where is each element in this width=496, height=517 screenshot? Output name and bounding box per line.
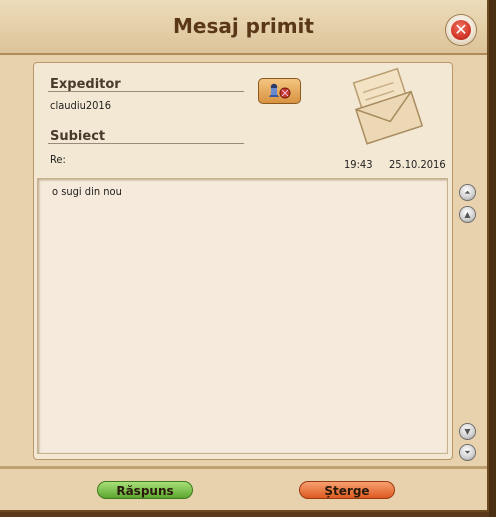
subject-divider: [48, 143, 244, 144]
envelope-letter-icon: [352, 67, 424, 145]
subject-text: Re:: [50, 153, 66, 166]
title-bar[interactable]: Mesaj primit ✕: [0, 0, 487, 55]
message-body-area[interactable]: [37, 178, 448, 454]
message-window: Mesaj primit ✕ Expeditor claudiu2016 Sub…: [0, 0, 489, 512]
subject-label: Subiect: [50, 129, 106, 144]
window-title: Mesaj primit: [173, 14, 314, 38]
delete-button[interactable]: Șterge: [299, 481, 395, 499]
add-to-contacts-icon: [269, 83, 291, 99]
close-icon[interactable]: ✕: [451, 20, 471, 40]
scroll-down-icon[interactable]: ▼: [460, 424, 475, 439]
sender-label: Expeditor: [50, 77, 121, 92]
scroll-up-icon[interactable]: ▲: [460, 207, 475, 222]
background-strip: [489, 0, 496, 517]
scroll-bottom-icon[interactable]: ⏷: [460, 445, 475, 460]
message-time: 19:43: [344, 158, 373, 171]
sender-name: claudiu2016: [50, 99, 112, 112]
close-button[interactable]: ✕: [446, 15, 476, 45]
footer-divider: [0, 466, 487, 469]
message-body-text: o sugi din nou: [52, 185, 122, 198]
add-to-contacts-button[interactable]: [258, 78, 301, 104]
reply-button[interactable]: Răspuns: [97, 481, 193, 499]
scroll-top-icon[interactable]: ⏶: [460, 185, 475, 200]
sender-divider: [48, 91, 244, 92]
message-date: 25.10.2016: [389, 158, 446, 171]
